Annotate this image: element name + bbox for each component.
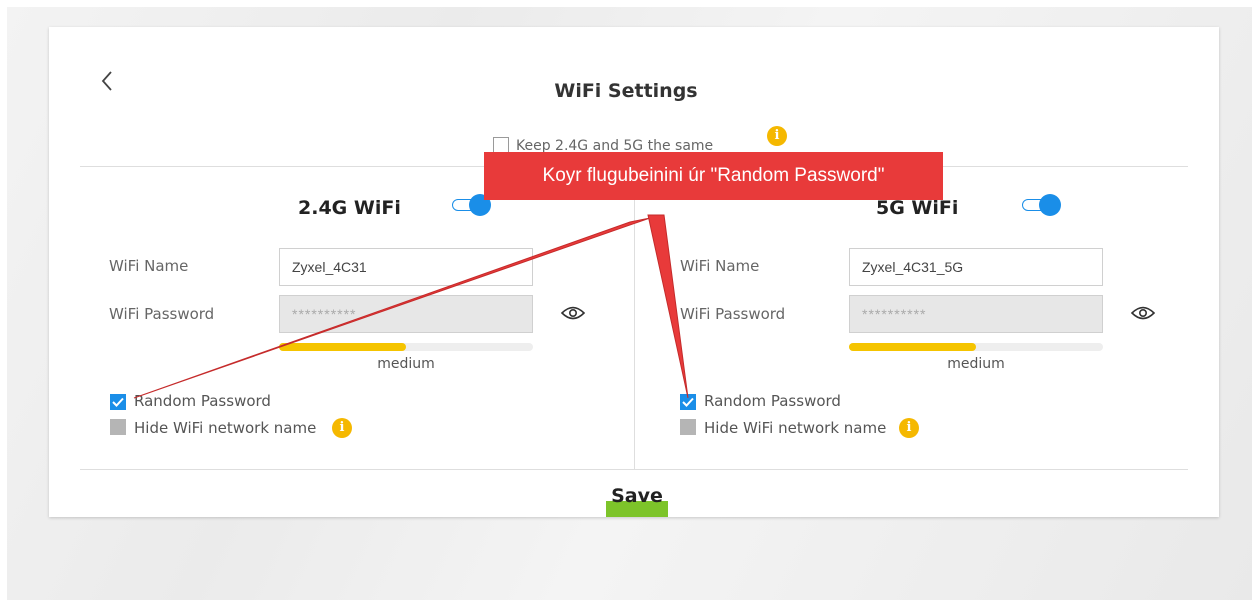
annotation-arrow-right [647, 214, 689, 399]
annotation-arrows [133, 214, 689, 399]
annotation-arrow-left [133, 217, 651, 399]
annotation-callout: Koyr flugubeinini úr "Random Password" [484, 152, 943, 200]
annotation-callout-text: Koyr flugubeinini úr "Random Password" [542, 165, 885, 186]
